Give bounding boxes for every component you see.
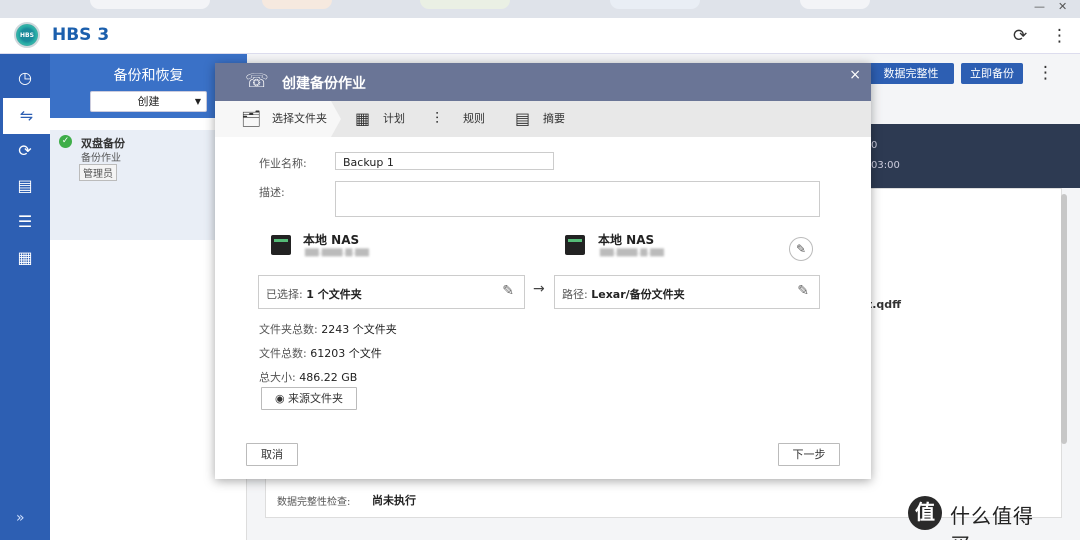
watermark-text: 什么值得买 [950, 504, 1034, 540]
step-label: 摘要 [543, 112, 565, 125]
path-label: 路径: [562, 288, 588, 301]
watermark-logo: 值 [908, 496, 942, 530]
selected-value: 1 个文件夹 [306, 288, 362, 301]
top-bar: HBS HBS 3 ⟳ ⋮ [0, 18, 1080, 54]
dialog-title: 创建备份作业 [282, 76, 366, 92]
step-label: 选择文件夹 [272, 112, 327, 125]
create-label: 创建 [137, 95, 160, 108]
integrity-check-label: 数据完整性检查: [277, 497, 351, 508]
folders-total-value: 2243 个文件夹 [321, 323, 397, 336]
hbs-logo: HBS [14, 22, 40, 48]
more-vertical-icon[interactable]: ⋮ [1037, 63, 1054, 83]
description-input[interactable] [335, 181, 820, 217]
selected-label: 已选择: [266, 288, 303, 301]
close-icon[interactable]: ✕ [1058, 0, 1067, 14]
browser-tab-strip: — ✕ [0, 0, 1080, 18]
job-role-badge: 管理员 [79, 164, 117, 181]
edit-icon[interactable]: ✎ [797, 283, 809, 299]
job-type: 备份作业 [81, 153, 121, 164]
step-label: 规则 [463, 112, 485, 125]
arrow-right-icon: → [533, 281, 545, 297]
edit-icon: ✎ [795, 242, 807, 256]
step-schedule[interactable]: ▦ 计划 [355, 101, 435, 137]
calendar-icon: ▦ [355, 109, 371, 128]
path-value: Lexar/备份文件夹 [591, 288, 685, 301]
browser-tab[interactable] [90, 0, 210, 9]
refresh-icon[interactable]: ⟳ [1013, 26, 1027, 46]
server-icon[interactable]: ▤ [0, 168, 50, 204]
backup-now-button[interactable]: 立即备份 [961, 63, 1023, 84]
step-arrow [331, 101, 341, 137]
browser-tab[interactable] [420, 0, 510, 9]
total-size: 总大小: 486.22 GB [259, 371, 358, 384]
backup-icon[interactable]: ⇋ [0, 98, 50, 134]
close-icon[interactable]: × [849, 67, 861, 83]
edit-icon[interactable]: ✎ [502, 283, 514, 299]
browser-tab[interactable] [610, 0, 700, 9]
dialog-header: ☏ 创建备份作业 × [215, 63, 871, 101]
files-total-value: 61203 个文件 [310, 347, 382, 360]
watermark: 值 什么值得买 [908, 494, 1048, 540]
banner-line: 0 [871, 140, 878, 151]
job-name-label: 作业名称: [259, 157, 307, 170]
log-icon[interactable]: ▦ [0, 240, 50, 276]
nas-device-icon [271, 235, 291, 255]
step-rules[interactable]: ⫶ 规则 [435, 101, 515, 137]
files-total: 文件总数: 61203 个文件 [259, 347, 382, 360]
description-label: 描述: [259, 186, 285, 199]
gauge-icon[interactable]: ◷ [0, 60, 50, 96]
banner-line: 03:00 [871, 160, 900, 171]
file-label: t.qdff [867, 298, 902, 311]
next-button[interactable]: 下一步 [778, 443, 840, 466]
minus-icon[interactable]: — [1034, 0, 1045, 14]
source-nas-name: 本地 NAS [303, 233, 360, 247]
app-title: HBS 3 [52, 25, 110, 45]
create-dropdown[interactable]: 创建 ▼ [90, 91, 207, 112]
source-folders-button[interactable]: ◉ 来源文件夹 [261, 387, 357, 410]
create-backup-job-dialog: ☏ 创建备份作业 × 🗂 选择文件夹 ▦ 计划 ⫶ 规则 ▤ 摘要 作业名称: … [215, 63, 871, 479]
backup-job-icon: ☏ [245, 70, 269, 92]
step-select-folder[interactable]: 🗂 选择文件夹 [215, 101, 331, 137]
left-nav: ◷ ⇋ ⟳ ▤ ☰ ▦ » [0, 54, 50, 540]
destination-folder-box[interactable]: 路径: Lexar/备份文件夹 ✎ [554, 275, 820, 309]
source-folder-box[interactable]: 已选择: 1 个文件夹 ✎ [258, 275, 525, 309]
job-status-banner: 0 03:00 [867, 124, 1080, 188]
scrollbar[interactable] [1061, 194, 1067, 444]
more-vertical-icon[interactable]: ⋮ [1051, 26, 1068, 46]
chevron-down-icon: ▼ [194, 97, 201, 106]
step-summary[interactable]: ▤ 摘要 [515, 101, 595, 137]
folders-total: 文件夹总数: 2243 个文件夹 [259, 323, 397, 336]
total-size-value: 486.22 GB [299, 371, 358, 384]
eye-icon: ◉ [274, 392, 285, 405]
check-icon: ✓ [59, 135, 72, 148]
clipboard-icon: ▤ [515, 109, 531, 128]
browser-tab[interactable] [262, 0, 332, 9]
destination-nas-name: 本地 NAS [598, 233, 655, 247]
sliders-icon: ⫶ [435, 109, 440, 128]
job-name-input[interactable]: Backup 1 [335, 152, 554, 170]
integrity-check-value: 尚未执行 [372, 494, 416, 507]
browser-tab[interactable] [800, 0, 870, 9]
cancel-button[interactable]: 取消 [246, 443, 298, 466]
destination-nas-ip: ▆▆.▆▆▆.▆.▆▆ [600, 247, 664, 257]
folder-select-icon: 🗂 [241, 109, 262, 128]
edit-destination-nas-button[interactable]: ✎ [789, 237, 813, 261]
collapse-icon[interactable]: » [16, 510, 25, 526]
nas-device-icon [565, 235, 585, 255]
storage-icon[interactable]: ☰ [0, 204, 50, 240]
sync-icon[interactable]: ⟳ [0, 133, 50, 169]
source-nas-ip: ▆▆.▆▆▆.▆.▆▆ [305, 247, 369, 257]
wizard-steps: 🗂 选择文件夹 ▦ 计划 ⫶ 规则 ▤ 摘要 [215, 101, 871, 137]
step-label: 计划 [383, 112, 405, 125]
